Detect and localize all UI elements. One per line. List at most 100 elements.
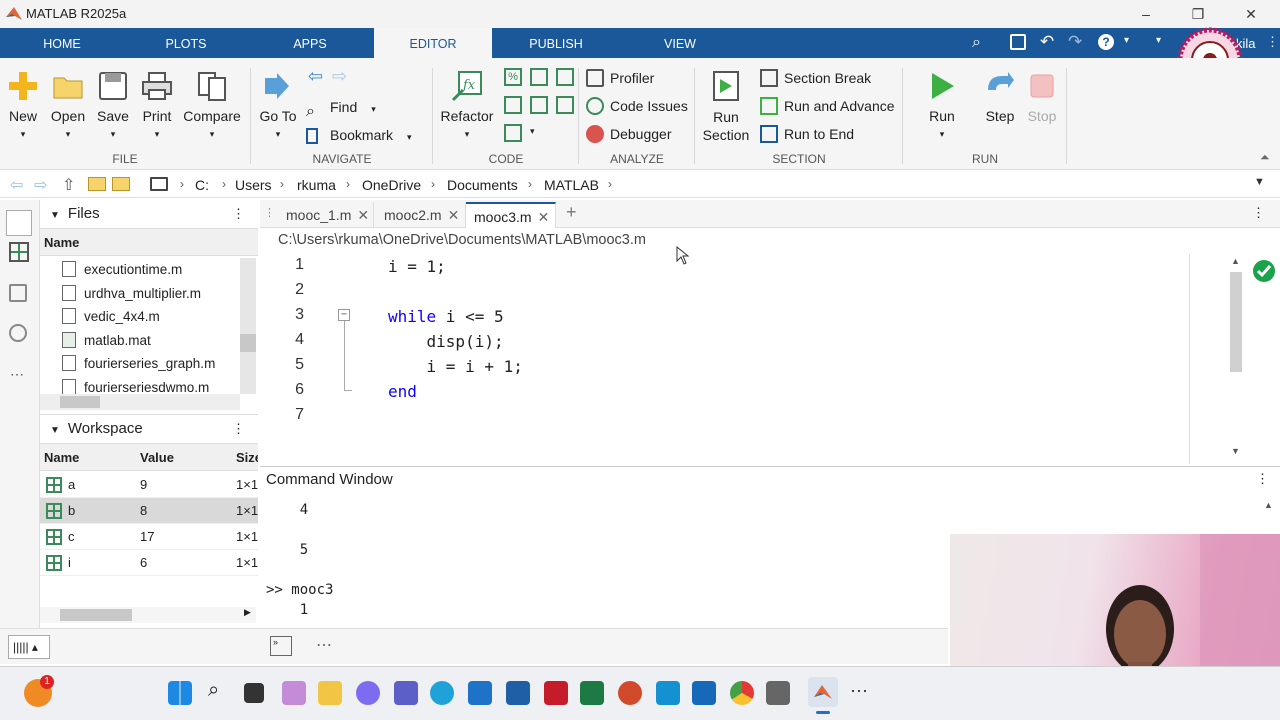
add-tab-icon[interactable]: + (566, 202, 577, 223)
mcafee-icon[interactable] (544, 681, 568, 705)
debugger-button[interactable]: Debugger (586, 123, 672, 145)
restore-icon[interactable]: ❐ (1188, 4, 1208, 24)
nav-back-icon[interactable]: ⇦ (10, 175, 23, 195)
section-break-button[interactable]: Section Break (760, 67, 871, 89)
more-panels-icon[interactable]: ⋯ (10, 366, 24, 383)
code-editor[interactable]: 1 2 3 4 5 6 7 − i = 1; while i <= 5 disp… (260, 254, 1190, 464)
tab-apps[interactable]: APPS (248, 28, 372, 58)
forward-arrow-icon[interactable]: ⇨ (332, 66, 347, 87)
tab-publish[interactable]: PUBLISH (494, 28, 618, 58)
drag-handle-icon[interactable]: ⋮ (264, 206, 275, 219)
editor-menu-icon[interactable]: ⋮ (1252, 205, 1265, 221)
crumb-users[interactable]: Users (235, 177, 272, 193)
command-vscroll[interactable]: ▲ (1264, 496, 1278, 536)
compare-button[interactable]: Compare ▾ (182, 70, 242, 140)
step-button[interactable]: Step (980, 70, 1020, 124)
run-button[interactable]: Run ▾ (922, 70, 962, 140)
tab-home[interactable]: HOME (0, 28, 124, 58)
crumb-rkuma[interactable]: rkuma (297, 177, 336, 193)
store-icon[interactable] (506, 681, 530, 705)
task-view-icon[interactable] (244, 683, 264, 703)
code-line[interactable]: disp(i); (388, 332, 504, 351)
ws-col-value[interactable]: Value (140, 444, 174, 470)
close-icon[interactable]: ✕ (1241, 4, 1261, 24)
new-button[interactable]: New ▾ (6, 70, 40, 140)
tab-mooc1[interactable]: mooc_1.m ✕ (278, 202, 374, 228)
up-folder-icon[interactable]: ⇧ (62, 175, 75, 195)
find-button[interactable]: ⌕ Find ▾ (306, 96, 376, 120)
save-button[interactable]: Save ▾ (96, 70, 130, 140)
taskbar-overflow-icon[interactable]: ⋯ (850, 681, 868, 702)
command-menu-icon[interactable]: ⋮ (1256, 471, 1269, 487)
files-vscroll[interactable] (240, 258, 256, 394)
crumb-documents[interactable]: Documents (447, 177, 518, 193)
status-more-icon[interactable]: ⋯ (316, 635, 332, 655)
help-dropdown-icon[interactable]: ▾ (1124, 35, 1129, 46)
snipping-tool-icon[interactable] (282, 681, 306, 705)
redo-icon[interactable]: ↷ (1068, 32, 1082, 52)
close-tab-icon[interactable]: ✕ (357, 207, 369, 223)
tab-editor[interactable]: EDITOR (374, 28, 492, 58)
workspace-panel-icon[interactable] (9, 242, 29, 262)
browse-folder-2-icon[interactable] (112, 177, 130, 191)
taskbar-search-icon[interactable]: ⌕ (208, 679, 219, 702)
profiler-button[interactable]: Profiler (586, 67, 654, 89)
refactor-button[interactable]: fx Refactor ▾ (440, 70, 494, 140)
tab-mooc3[interactable]: mooc3.m ✕ (466, 202, 556, 228)
account-dropdown-icon[interactable]: ▾ (1156, 35, 1161, 46)
list-item[interactable]: matlab.mat (62, 329, 238, 353)
nav-forward-icon[interactable]: ⇨ (34, 175, 47, 195)
files-panel-icon[interactable] (6, 210, 32, 236)
edge-icon[interactable] (430, 681, 454, 705)
zoom-icon[interactable] (656, 681, 680, 705)
list-item[interactable]: urdhva_multiplier.m (62, 282, 238, 306)
list-item[interactable]: executiontime.m (62, 258, 238, 282)
back-arrow-icon[interactable]: ⇦ (308, 66, 323, 87)
copilot-icon[interactable] (356, 681, 380, 705)
run-section-button[interactable]: Run Section (700, 70, 752, 144)
stop-button[interactable]: Stop (1022, 70, 1062, 124)
address-dropdown-icon[interactable]: ▼ (1254, 176, 1265, 188)
matlab-taskbar-icon[interactable] (808, 677, 838, 707)
crumb-onedrive[interactable]: OneDrive (362, 177, 421, 193)
uncomment-icon[interactable] (530, 68, 548, 86)
table-row[interactable]: a 9 1×1 (40, 472, 258, 498)
fold-toggle-icon[interactable]: − (338, 309, 350, 321)
code-line[interactable]: i = i + 1; (388, 357, 523, 376)
tab-mooc2[interactable]: mooc2.m ✕ (376, 202, 466, 228)
code-line[interactable]: while i <= 5 (388, 307, 504, 326)
command-prompt-line[interactable]: >> mooc3 (266, 580, 333, 600)
list-item[interactable]: vedic_4x4.m (62, 305, 238, 329)
indent-icon[interactable] (530, 96, 548, 114)
table-row[interactable]: c 17 1×1 (40, 524, 258, 550)
save-all-icon[interactable] (1010, 34, 1026, 50)
more-options-icon[interactable]: ⋮ (1266, 34, 1279, 50)
notepad-icon[interactable] (468, 681, 492, 705)
tab-plots[interactable]: PLOTS (124, 28, 248, 58)
code-line[interactable]: i = 1; (388, 257, 446, 276)
list-item[interactable]: fourierseries_graph.m (62, 352, 238, 376)
wrap-comments-icon[interactable] (556, 68, 574, 86)
table-row[interactable]: b 8 1×1 (40, 498, 258, 524)
outdent-icon[interactable] (556, 96, 574, 114)
code-issues-button[interactable]: Code Issues (586, 95, 688, 117)
code-more-dropdown-icon[interactable]: ▾ (530, 126, 535, 137)
undo-icon[interactable]: ↶ (1040, 32, 1054, 52)
history-panel-icon[interactable] (9, 284, 27, 302)
open-button[interactable]: Open ▾ (50, 70, 86, 140)
editor-vscroll[interactable]: ▲ ▼ (1228, 256, 1244, 462)
function-icon[interactable] (504, 124, 522, 142)
close-tab-icon[interactable]: ✕ (448, 207, 460, 223)
powerpoint-icon[interactable] (618, 681, 642, 705)
chrome-icon[interactable] (730, 681, 754, 705)
goto-button[interactable]: Go To ▾ (258, 70, 298, 140)
project-panel-icon[interactable] (9, 324, 27, 342)
outlook-icon[interactable] (692, 681, 716, 705)
run-to-end-button[interactable]: Run to End (760, 123, 854, 145)
print-button[interactable]: Print ▾ (140, 70, 174, 140)
workspace-hscroll[interactable]: ▶ (40, 607, 256, 623)
run-and-advance-button[interactable]: Run and Advance (760, 95, 895, 117)
files-menu-icon[interactable]: ⋮ (232, 206, 245, 222)
smart-indent-icon[interactable] (504, 96, 522, 114)
bookmark-button[interactable]: Bookmark ▾ (306, 124, 412, 146)
